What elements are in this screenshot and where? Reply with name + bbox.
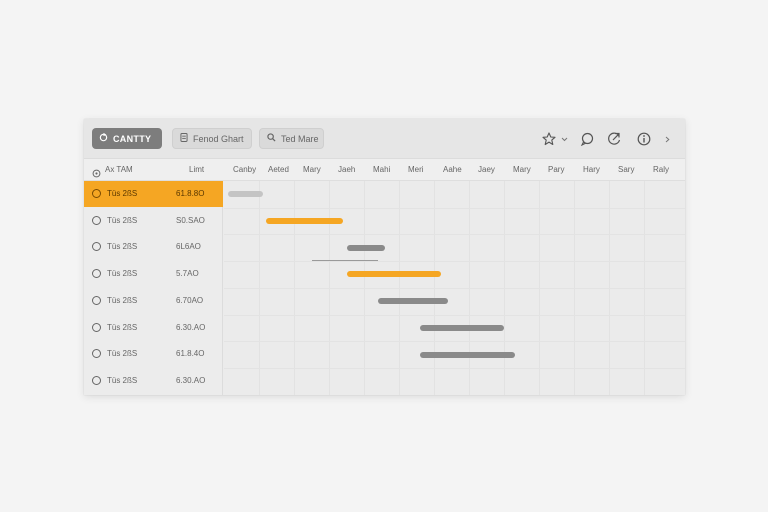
task-status-icon[interactable] (92, 349, 101, 359)
timeline-header-12: Raly (653, 165, 670, 174)
task-row[interactable]: Tüs 2ßS 6L6AO (84, 234, 223, 260)
task-row[interactable]: Tüs 2ßS 6.30.AO (84, 368, 223, 394)
task-value: 6.30.AO (176, 375, 206, 385)
task-name: Tüs 2ßS (107, 295, 138, 305)
star-icon[interactable] (541, 131, 557, 147)
task-status-icon[interactable] (92, 215, 101, 225)
gantt-task-bar[interactable] (346, 244, 385, 251)
timeline-header-0: Canby (233, 165, 257, 174)
column-header-name[interactable]: Ax TAM (105, 165, 133, 174)
gantt-task-bar[interactable] (266, 218, 343, 225)
timeline-header-5: Meri (408, 165, 424, 174)
comment-icon[interactable] (579, 131, 595, 147)
gantt-task-bar[interactable] (420, 324, 504, 331)
primary-button[interactable]: CANTTY (92, 128, 162, 149)
task-row[interactable]: Tüs 2ßS 61.8.8O (84, 181, 223, 207)
task-value: 6.70AO (176, 295, 204, 305)
task-status-icon[interactable] (92, 375, 101, 385)
chevron-down-icon[interactable] (559, 131, 569, 147)
toolbar: CANTTY Fenod Ghart Ted Mare (84, 119, 685, 159)
task-name: Tüs 2ßS (107, 269, 138, 279)
task-name: Tüs 2ßS (107, 215, 138, 225)
refresh-icon (99, 132, 108, 144)
timeline-header-2: Mary (303, 165, 321, 174)
task-name: Tüs 2ßS (107, 349, 138, 359)
timeline-header-7: Jaey (478, 165, 495, 174)
gantt-task-bar[interactable] (378, 298, 448, 305)
task-name: Tüs 2ßS (107, 375, 138, 385)
timeline-header-10: Hary (583, 165, 600, 174)
gantt-task-bar[interactable] (346, 271, 441, 278)
timeline-header-11: Sary (618, 165, 635, 174)
timeline-header-6: Aahe (443, 165, 462, 174)
gantt-task-bar[interactable] (420, 351, 515, 358)
task-row[interactable]: Tüs 2ßS 5.7AO (84, 261, 223, 287)
chevron-right-icon[interactable] (662, 131, 672, 147)
dependency-line (311, 260, 378, 262)
search-icon (267, 133, 276, 144)
grid-row-line (224, 207, 685, 209)
task-name: Tüs 2ßS (107, 189, 138, 198)
find-button[interactable]: Ted Mare (259, 128, 324, 149)
task-value: 6L6AO (176, 242, 201, 252)
task-name: Tüs 2ßS (107, 322, 138, 332)
document-icon (180, 133, 188, 144)
timeline-header-4: Mahi (373, 165, 391, 174)
share-icon[interactable] (606, 131, 622, 147)
grid-row-line (224, 287, 685, 289)
gantt-task-bar[interactable] (227, 191, 263, 198)
column-header-value[interactable]: Limt (189, 165, 204, 174)
task-status-icon[interactable] (92, 295, 101, 305)
task-status-icon[interactable] (92, 242, 101, 252)
task-row[interactable]: Tüs 2ßS 6.30.AO (84, 315, 223, 341)
task-list: Tüs 2ßS 61.8.8O Tüs 2ßS S0.SAO Tüs 2ßS 6L6AO T… (84, 181, 223, 395)
timeline-header-9: Pary (548, 165, 565, 174)
info-icon[interactable] (636, 131, 652, 147)
task-value: 6.30.AO (176, 322, 206, 332)
task-status-icon[interactable] (92, 269, 101, 279)
grid-row-line (224, 367, 685, 369)
task-value: S0.SAO (176, 215, 205, 225)
grid-row-line (224, 341, 685, 343)
grid-row-line (224, 234, 685, 236)
task-row[interactable]: Tüs 2ßS S0.SAO (84, 208, 223, 234)
timeline-header-1: Aeted (268, 165, 289, 174)
timeline-header-8: Mary (513, 165, 531, 174)
grid-row-line (224, 261, 685, 263)
task-status-icon[interactable] (92, 322, 101, 332)
task-row[interactable]: Tüs 2ßS 61.8.4O (84, 341, 223, 367)
task-value: 5.7AO (176, 269, 199, 279)
gantt-chart-label: Fenod Ghart (193, 133, 244, 144)
task-row[interactable]: Tüs 2ßS 6.70AO (84, 288, 223, 314)
task-status-icon[interactable] (92, 189, 101, 198)
timeline-header-3: Jaeh (338, 165, 356, 174)
task-value: 61.8.8O (176, 189, 205, 198)
grid-row-line (224, 314, 685, 316)
column-header-row: Ax TAM Limt Canby Aeted Mary Jaeh Mahi Meri Aa… (84, 159, 685, 181)
gantt-grid (224, 181, 685, 395)
task-value: 61.8.4O (176, 349, 205, 359)
gantt-chart-button[interactable]: Fenod Ghart (172, 128, 252, 149)
primary-button-label: CANTTY (113, 133, 152, 144)
find-label: Ted Mare (281, 133, 319, 144)
task-name: Tüs 2ßS (107, 242, 138, 252)
gantt-window: CANTTY Fenod Ghart Ted Mare Ax TAM Limt … (84, 119, 685, 395)
